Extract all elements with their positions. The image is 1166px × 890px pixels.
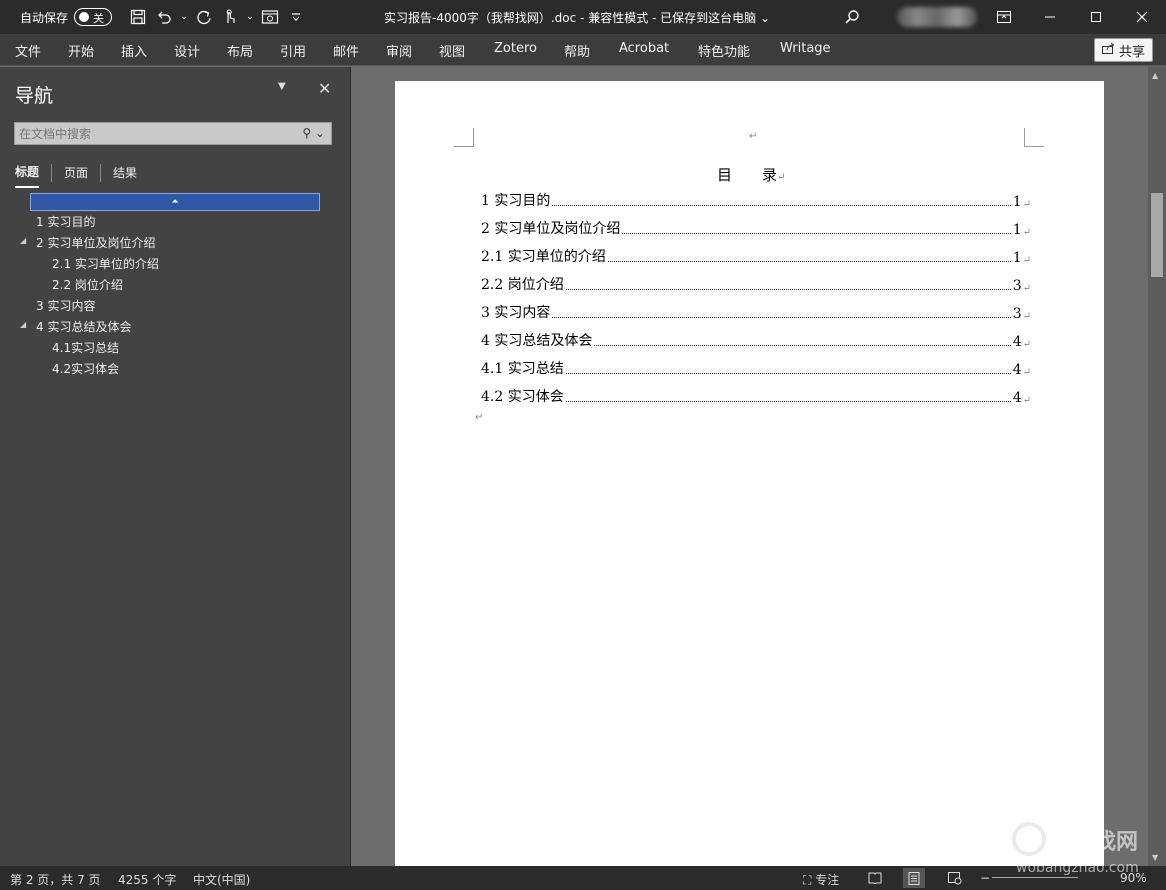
nav-tab-divider [100, 163, 102, 182]
nav-close-icon[interactable]: ✕ [318, 79, 331, 98]
margin-corner-mark [454, 128, 474, 147]
nav-title: 导航 [15, 85, 54, 107]
collapse-triangle-icon[interactable]: ◢ [20, 236, 26, 245]
nav-heading[interactable]: 1 实习目的 [36, 213, 95, 230]
page-count[interactable]: 第 2 页，共 7 页 [10, 871, 101, 888]
toc-entry[interactable]: 4.1 实习总结 4 ↵ [481, 360, 1031, 378]
nav-heading[interactable]: ◢ 4 实习总结及体会 [20, 318, 131, 335]
toc-entry[interactable]: 1 实习目的 1 ↵ [481, 192, 1031, 210]
autosave-state: 关 [93, 12, 105, 25]
nav-search-box[interactable]: ⚲ ⌄ [14, 122, 332, 145]
toggle-knob [79, 12, 90, 22]
tab-zotero[interactable]: Zotero [494, 41, 537, 56]
margin-corner-mark [1024, 128, 1044, 147]
paragraph-mark: ↵ [475, 412, 484, 423]
share-button[interactable]: 共享 [1094, 38, 1153, 62]
nav-heading[interactable]: ◢ 2 实习单位及岗位介绍 [20, 234, 155, 251]
document-area: ↵ 目 录↵ 1 实习目的 1 ↵ 2 实习单位及岗位介绍 1 ↵ 2.1 实习单位的介… [352, 67, 1148, 881]
close-icon[interactable] [1119, 0, 1165, 34]
print-preview-icon[interactable] [258, 6, 282, 28]
tab-writage[interactable]: Writage [780, 41, 831, 56]
watermark-text: 我帮找网 [1050, 830, 1139, 855]
nav-heading[interactable]: 4.2实习体会 [52, 360, 119, 377]
nav-heading[interactable]: 3 实习内容 [36, 297, 95, 314]
touch-mode-icon[interactable] [218, 6, 242, 28]
scroll-up-icon[interactable]: ▲ [1152, 71, 1158, 80]
status-bar: 第 2 页，共 7 页 4255 个字 中文(中国) ⛶ 专注 − 90% [0, 866, 1166, 890]
toc-entry[interactable]: 2.1 实习单位的介绍 1 ↵ [481, 248, 1031, 266]
tab-insert[interactable]: 插入 [121, 41, 147, 60]
document-page[interactable]: ↵ 目 录↵ 1 实习目的 1 ↵ 2 实习单位及岗位介绍 1 ↵ 2.1 实习单位的介… [395, 81, 1104, 881]
tab-view[interactable]: 视图 [439, 41, 465, 60]
undo-dropdown-icon[interactable]: ⌄ [178, 6, 190, 28]
language-indicator[interactable]: 中文(中国) [193, 871, 250, 888]
ribbon-tabs: 文件 开始 插入 设计 布局 引用 邮件 审阅 视图 Zotero 帮助 Acr… [0, 34, 1166, 66]
jump-to-top-icon: ⏶ [171, 197, 179, 207]
toc-entry[interactable]: 3 实习内容 3 ↵ [481, 304, 1031, 322]
maximize-icon[interactable] [1073, 0, 1119, 34]
nav-tab-divider [51, 163, 53, 182]
navigation-pane: 导航 ▼ ✕ ⚲ ⌄ 标题 页面 结果 ⏶ 1 实习目的 ◢2 实习单位及岗位介… [0, 67, 351, 866]
nav-tab-headings[interactable]: 标题 [15, 163, 40, 188]
nav-search-input[interactable] [15, 126, 285, 141]
ribbon-display-options-icon[interactable] [981, 0, 1027, 34]
toc-entry[interactable]: 4 实习总结及体会 4 ↵ [481, 332, 1031, 350]
customize-qat-icon[interactable] [284, 6, 308, 28]
autosave: 自动保存 关 [20, 8, 113, 26]
search-dropdown-icon[interactable]: ⚲ ⌄ [302, 126, 325, 140]
zoom-out-icon[interactable]: − [980, 871, 990, 885]
watermark-logo-icon [1012, 822, 1046, 856]
collapse-triangle-icon[interactable]: ◢ [20, 320, 26, 329]
toc-entry[interactable]: 4.2 实习体会 4 ↵ [481, 388, 1031, 406]
tab-file[interactable]: 文件 [15, 41, 41, 60]
nav-heading[interactable]: 4.1实习总结 [52, 339, 119, 356]
share-icon [1101, 42, 1115, 58]
tab-help[interactable]: 帮助 [564, 41, 590, 60]
nav-options-icon[interactable]: ▼ [278, 81, 286, 92]
nav-collapse-bar[interactable]: ⏶ [30, 193, 320, 211]
nav-heading[interactable]: 2.1 实习单位的介绍 [52, 255, 159, 272]
autosave-label: 自动保存 [20, 10, 69, 25]
title-bar: 自动保存 关 ⌄ ⌄ 实习报告-4000字（我帮找网）.doc - 兼容性模式 … [0, 0, 1166, 34]
focus-icon: ⛶ [803, 873, 812, 887]
quick-access-toolbar: ⌄ ⌄ [126, 6, 308, 28]
redo-icon[interactable] [192, 6, 216, 28]
tab-acrobat[interactable]: Acrobat [619, 41, 669, 56]
minimize-icon[interactable] [1027, 0, 1073, 34]
tab-review[interactable]: 审阅 [386, 41, 412, 60]
user-account-avatar[interactable] [897, 7, 977, 27]
nav-tab-pages[interactable]: 页面 [64, 164, 88, 187]
focus-mode-button[interactable]: ⛶ 专注 [803, 871, 839, 888]
nav-heading[interactable]: 2.2 岗位介绍 [52, 276, 123, 293]
read-mode-icon[interactable] [864, 868, 886, 888]
scrollbar-thumb[interactable] [1151, 193, 1163, 277]
word-count[interactable]: 4255 个字 [118, 871, 176, 888]
tab-special-features[interactable]: 特色功能 [698, 41, 750, 60]
share-label: 共享 [1118, 44, 1145, 60]
tab-design[interactable]: 设计 [174, 41, 200, 60]
paragraph-mark: ↵ [749, 131, 758, 142]
nav-tabs: 标题 页面 结果 [15, 163, 137, 188]
vertical-scrollbar[interactable]: ▲ ▼ [1148, 67, 1166, 866]
autosave-toggle[interactable]: 关 [74, 8, 113, 26]
search-icon[interactable] [840, 6, 864, 28]
tab-references[interactable]: 引用 [280, 41, 306, 60]
print-layout-icon[interactable] [903, 868, 925, 888]
watermark-url: wobangzhao.com [1016, 860, 1139, 876]
touch-dropdown-icon[interactable]: ⌄ [244, 6, 256, 28]
nav-tab-results[interactable]: 结果 [113, 164, 137, 187]
tab-mailings[interactable]: 邮件 [333, 41, 359, 60]
undo-icon[interactable] [152, 6, 176, 28]
tab-layout[interactable]: 布局 [227, 41, 253, 60]
watermark: 我帮找网 wobangzhao.com [1010, 820, 1160, 882]
toc-entry[interactable]: 2 实习单位及岗位介绍 1 ↵ [481, 220, 1031, 238]
document-title[interactable]: 实习报告-4000字（我帮找网）.doc - 兼容性模式 - 已保存到这台电脑 … [384, 9, 770, 26]
toc-title: 目 录↵ [717, 166, 786, 184]
toc-entry[interactable]: 2.2 岗位介绍 3 ↵ [481, 276, 1031, 294]
web-layout-icon[interactable] [944, 868, 966, 888]
tab-home[interactable]: 开始 [68, 41, 94, 60]
save-icon[interactable] [126, 6, 150, 28]
